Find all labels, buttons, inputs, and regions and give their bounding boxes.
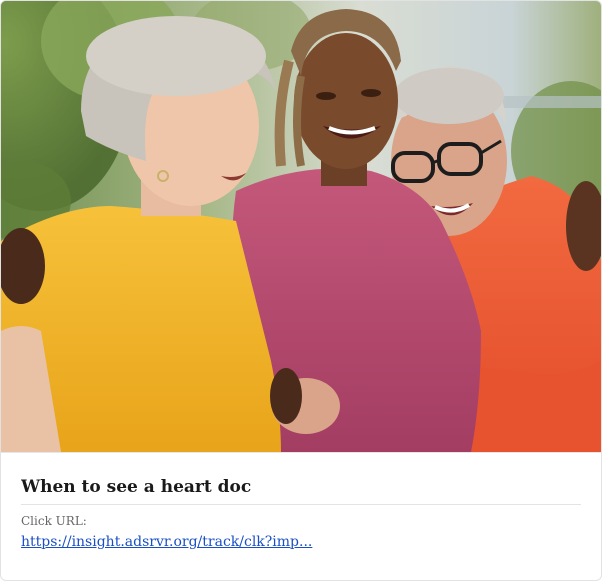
- ad-image-link[interactable]: [1, 1, 601, 452]
- ad-headline[interactable]: When to see a heart doc: [21, 476, 581, 505]
- ad-caption: When to see a heart doc Click URL: https…: [21, 476, 581, 551]
- click-url-label: Click URL:: [21, 514, 87, 528]
- ad-photo: [1, 1, 601, 452]
- image-divider: [1, 452, 601, 453]
- ad-card: When to see a heart doc Click URL: https…: [0, 0, 602, 581]
- click-url-link[interactable]: https://insight.adsrvr.org/track/clk?imp…: [21, 533, 312, 551]
